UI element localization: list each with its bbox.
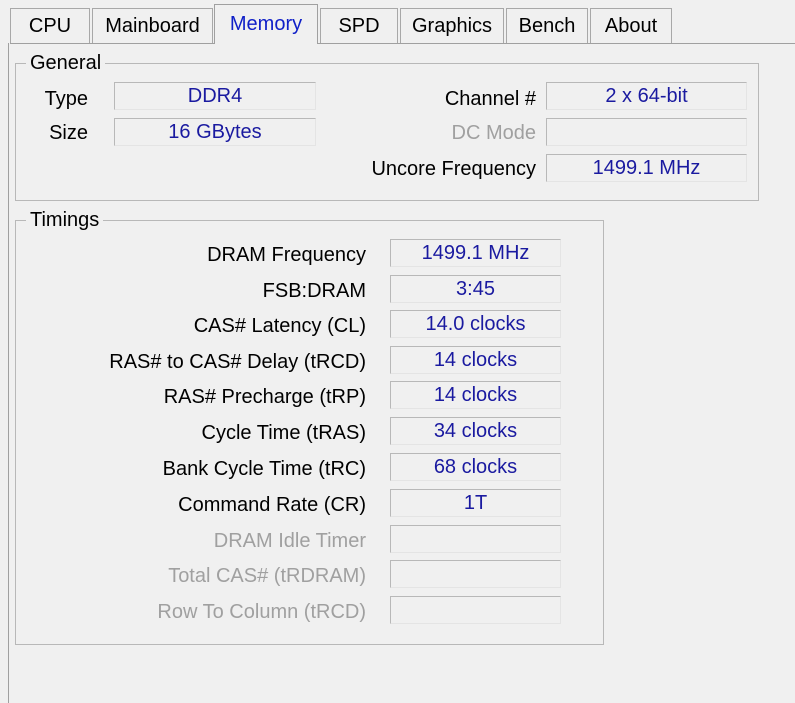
tab-memory[interactable]: Memory: [214, 4, 318, 44]
timing-label: Row To Column (tRCD): [157, 601, 366, 623]
tab-bench[interactable]: Bench: [506, 8, 588, 43]
timing-label: RAS# Precharge (tRP): [163, 386, 366, 408]
tab-about[interactable]: About: [590, 8, 672, 43]
timing-label: Bank Cycle Time (tRC): [162, 458, 366, 480]
tab-cpu[interactable]: CPU: [10, 8, 90, 43]
timing-value: 34 clocks: [390, 417, 561, 445]
timing-value: 3:45: [390, 275, 561, 303]
timing-value: 1T: [390, 489, 561, 517]
general-group-title: General: [26, 52, 106, 74]
timing-label: Total CAS# (tRDRAM): [168, 565, 366, 587]
timing-value: [390, 560, 561, 588]
dc-mode-value: [546, 118, 747, 146]
channel-value: 2 x 64-bit: [546, 82, 747, 110]
size-label: Size: [49, 122, 88, 144]
timing-label: Command Rate (CR): [178, 494, 366, 516]
timing-label: RAS# to CAS# Delay (tRCD): [109, 351, 366, 373]
channel-label: Channel #: [444, 88, 536, 110]
tab-spd[interactable]: SPD: [320, 8, 398, 43]
tab-strip: CPU Mainboard Memory SPD Graphics Bench …: [0, 0, 795, 44]
size-value: 16 GBytes: [114, 118, 316, 146]
timing-value: 14 clocks: [390, 381, 561, 409]
uncore-frequency-value: 1499.1 MHz: [546, 154, 747, 182]
tab-graphics[interactable]: Graphics: [400, 8, 504, 43]
timing-value: 1499.1 MHz: [390, 239, 561, 267]
type-label: Type: [44, 88, 88, 110]
timing-value: 14 clocks: [390, 346, 561, 374]
timing-label: DRAM Idle Timer: [213, 530, 366, 552]
timing-value: 14.0 clocks: [390, 310, 561, 338]
timing-value: [390, 525, 561, 553]
tab-mainboard[interactable]: Mainboard: [92, 8, 213, 43]
timing-label: Cycle Time (tRAS): [201, 422, 366, 444]
timing-value: 68 clocks: [390, 453, 561, 481]
uncore-frequency-label: Uncore Frequency: [371, 158, 536, 180]
type-value: DDR4: [114, 82, 316, 110]
timing-label: FSB:DRAM: [262, 280, 366, 302]
timing-label: DRAM Frequency: [207, 244, 366, 266]
timing-value: [390, 596, 561, 624]
timing-label: CAS# Latency (CL): [193, 315, 366, 337]
dc-mode-label: DC Mode: [451, 122, 536, 144]
timings-group-title: Timings: [26, 209, 104, 231]
